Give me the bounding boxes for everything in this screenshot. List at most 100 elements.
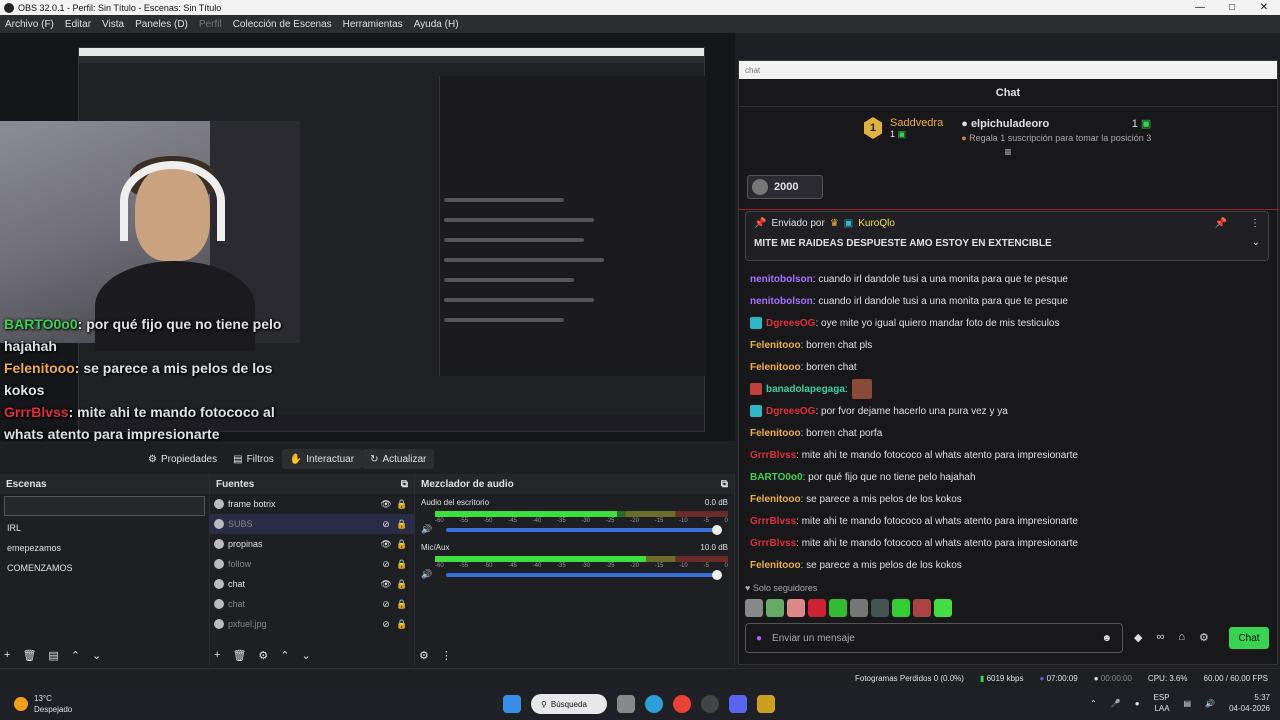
- menu-ayuda[interactable]: Ayuda (H): [414, 19, 459, 30]
- popout-icon[interactable]: ⧉: [401, 479, 408, 490]
- lock-icon[interactable]: 🔒: [394, 559, 410, 570]
- emote-icon[interactable]: [871, 599, 889, 617]
- emote-icon[interactable]: [745, 599, 763, 617]
- lock-icon[interactable]: 🔒: [394, 619, 410, 630]
- add-icon[interactable]: +: [214, 649, 220, 662]
- source-item[interactable]: pxfuel.jpg ⊘ 🔒: [210, 614, 414, 634]
- bits-icon[interactable]: ◆: [1134, 631, 1142, 644]
- chat-message[interactable]: BARTO0o0: por qué fijo que no tiene pelo…: [750, 466, 1270, 488]
- menu-perfil[interactable]: Perfil: [199, 19, 222, 30]
- emote-icon[interactable]: [766, 599, 784, 617]
- menu-archivo[interactable]: Archivo (F): [5, 19, 54, 30]
- chat-message[interactable]: DgreesOG: oye mite yo igual quiero manda…: [750, 312, 1270, 334]
- popout-icon[interactable]: ⧉: [721, 479, 728, 490]
- menu-herramientas[interactable]: Herramientas: [343, 19, 403, 30]
- speaker-icon[interactable]: 🔊: [421, 524, 432, 535]
- chat-message[interactable]: GrrrBlvss: mite ahi te mando fotococo al…: [750, 510, 1270, 532]
- weather-widget[interactable]: 13°C Despejado: [0, 693, 72, 715]
- chat-username[interactable]: nenitobolson: [750, 296, 813, 307]
- chat-message[interactable]: Felenitooo: borren chat porfa: [750, 422, 1270, 444]
- up-icon[interactable]: ⌃: [280, 649, 289, 662]
- chat-username[interactable]: DgreesOG: [766, 318, 815, 329]
- eye-hidden-icon[interactable]: ⊘: [378, 619, 394, 630]
- emote-icon[interactable]: [850, 599, 868, 617]
- lock-icon[interactable]: 🔒: [394, 599, 410, 610]
- emote-icon[interactable]: [913, 599, 931, 617]
- down-icon[interactable]: ⌄: [92, 649, 101, 662]
- chat-username[interactable]: Felenitooo: [750, 560, 801, 571]
- emote-icon[interactable]: [787, 599, 805, 617]
- lock-icon[interactable]: 🔒: [394, 519, 410, 530]
- menu-vista[interactable]: Vista: [102, 19, 124, 30]
- link-icon[interactable]: ∞: [1156, 631, 1164, 644]
- eye-hidden-icon[interactable]: ⊘: [378, 519, 394, 530]
- taskbar-search[interactable]: ⚲ Búsqueda: [531, 694, 607, 714]
- lock-icon[interactable]: 🔒: [394, 539, 410, 550]
- discord-icon[interactable]: [729, 695, 747, 713]
- chat-send-button[interactable]: Chat: [1229, 627, 1269, 649]
- chat-message[interactable]: banadolapegaga:: [750, 378, 1270, 400]
- steam-icon[interactable]: ●: [1135, 699, 1140, 708]
- chat-username[interactable]: banadolapegaga: [766, 384, 845, 395]
- unpin-icon[interactable]: 📌: [1215, 218, 1227, 229]
- windows-start-icon[interactable]: [503, 695, 521, 713]
- source-item[interactable]: propinas 👁 🔒: [210, 534, 414, 554]
- chrome-icon[interactable]: [673, 695, 691, 713]
- store-icon[interactable]: ⌂: [1178, 631, 1185, 644]
- gear-icon[interactable]: ⚙: [258, 649, 268, 662]
- more-icon[interactable]: ⋮: [441, 649, 452, 662]
- preview-canvas[interactable]: BARTO0o0: por qué fijo que no tiene pelo…: [0, 33, 735, 441]
- task-view-icon[interactable]: [617, 695, 635, 713]
- emote-icon[interactable]: [892, 599, 910, 617]
- eye-icon[interactable]: 👁: [378, 539, 394, 550]
- close-icon[interactable]: ✕: [1248, 2, 1280, 13]
- volume-icon[interactable]: 🔊: [1205, 699, 1215, 708]
- source-item[interactable]: frame botrix 👁 🔒: [210, 494, 414, 514]
- minimize-icon[interactable]: —: [1184, 2, 1216, 13]
- chat-message[interactable]: Felenitooo: borren chat pls: [750, 334, 1270, 356]
- chat-message[interactable]: nenitobolson: cuando irl dandole tusi a …: [750, 290, 1270, 312]
- chat-message[interactable]: GrrrBlvss: mite ahi te mando fotococo al…: [750, 532, 1270, 554]
- chevron-down-icon[interactable]: ⌄: [1252, 237, 1260, 249]
- menu-coleccion[interactable]: Colección de Escenas: [233, 19, 332, 30]
- lock-icon[interactable]: 🔒: [394, 579, 410, 590]
- chat-username[interactable]: Felenitooo: [750, 428, 801, 439]
- source-item[interactable]: chat 👁 🔒: [210, 574, 414, 594]
- emote-icon[interactable]: [829, 599, 847, 617]
- chevron-up-icon[interactable]: ⌃: [1090, 699, 1097, 708]
- chat-input[interactable]: ● Enviar un mensaje ☻: [745, 623, 1123, 653]
- source-item[interactable]: follow ⊘ 🔒: [210, 554, 414, 574]
- refresh-button[interactable]: ↻ Actualizar: [362, 449, 435, 469]
- scene-item-selected[interactable]: [4, 496, 205, 516]
- source-item[interactable]: SUBS ⊘ 🔒: [210, 514, 414, 534]
- clock[interactable]: 5:37 04-04-2026: [1229, 692, 1270, 714]
- microphone-icon[interactable]: ●: [756, 633, 762, 644]
- obs-icon[interactable]: [701, 695, 719, 713]
- chat-username[interactable]: GrrrBlvss: [750, 538, 796, 549]
- chat-username[interactable]: Felenitooo: [750, 362, 801, 373]
- trash-icon[interactable]: 🗑: [22, 649, 36, 662]
- chat-username[interactable]: GrrrBlvss: [750, 516, 796, 527]
- chat-message[interactable]: nenitobolson: cuando irl dandole tusi a …: [750, 268, 1270, 290]
- scene-item-emepezamos[interactable]: emepezamos: [0, 538, 209, 558]
- scene-item-comenzamos[interactable]: COMENZAMOS: [0, 558, 209, 578]
- pinned-by-user[interactable]: KuroQlo: [858, 218, 895, 229]
- microphone-tray-icon[interactable]: 🎤: [1111, 699, 1121, 708]
- emote-icon[interactable]: [808, 599, 826, 617]
- second-name[interactable]: elpichuladeoro: [971, 118, 1049, 130]
- edge-icon[interactable]: [645, 695, 663, 713]
- lock-icon[interactable]: 🔒: [394, 499, 410, 510]
- chat-url-bar[interactable]: chat: [739, 61, 1277, 79]
- eye-icon[interactable]: 👁: [378, 499, 394, 510]
- hype-train-pill[interactable]: 2000: [747, 175, 823, 199]
- filter-icon[interactable]: ▤: [48, 649, 58, 662]
- up-icon[interactable]: ⌃: [71, 649, 80, 662]
- source-item[interactable]: chat ⊘ 🔒: [210, 594, 414, 614]
- more-icon[interactable]: ⋮: [1250, 218, 1260, 229]
- eye-hidden-icon[interactable]: ⊘: [378, 559, 394, 570]
- down-icon[interactable]: ⌄: [302, 649, 311, 662]
- chat-message[interactable]: Felenitooo: borren chat: [750, 356, 1270, 378]
- menu-paneles[interactable]: Paneles (D): [135, 19, 188, 30]
- properties-button[interactable]: ⚙ Propiedades: [140, 449, 225, 469]
- chat-username[interactable]: DgreesOG: [766, 406, 815, 417]
